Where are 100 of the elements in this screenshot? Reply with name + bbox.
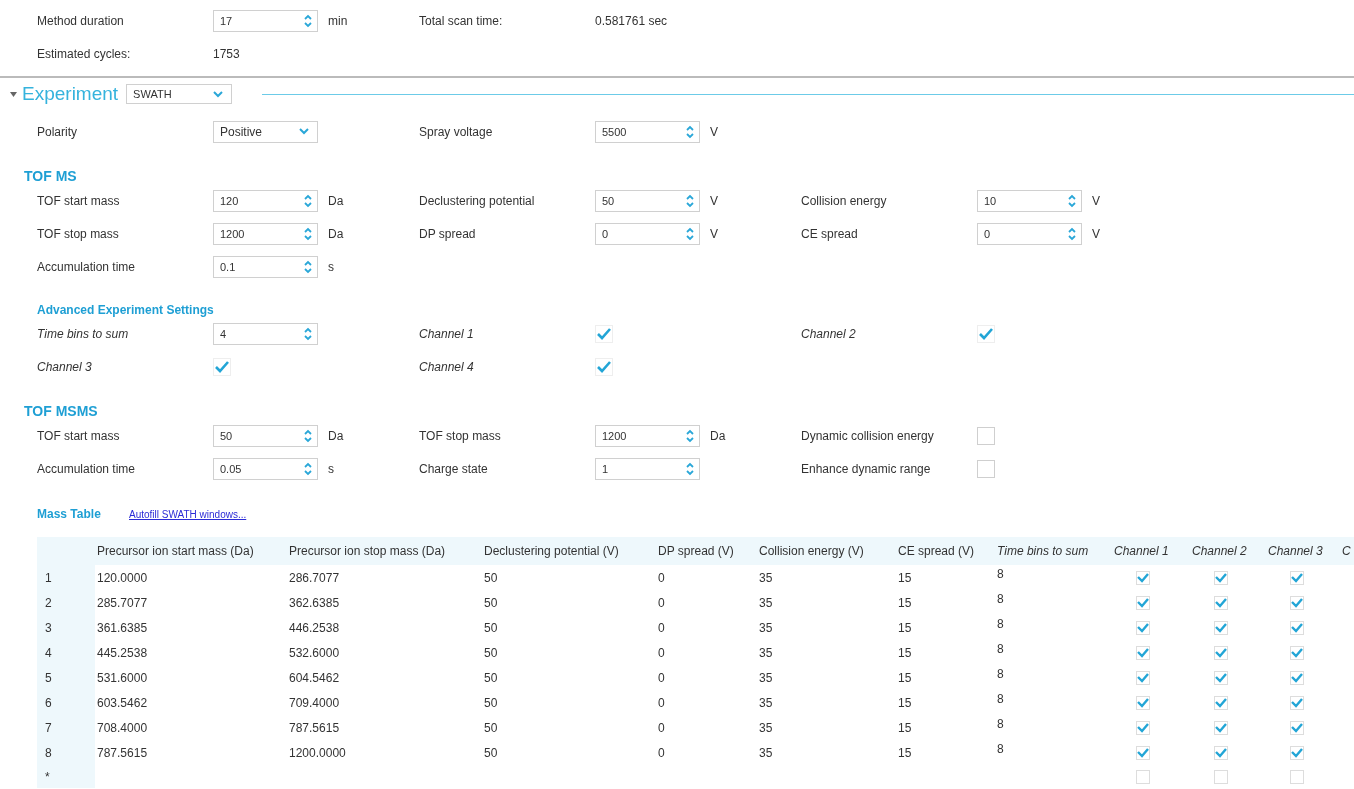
checkbox[interactable] [1214,720,1228,735]
checkbox[interactable] [1214,570,1228,585]
checkbox[interactable] [1290,745,1304,760]
spinner-arrows-icon[interactable] [304,326,312,341]
column-header[interactable]: Channel 1 [1112,537,1190,565]
number-field[interactable]: 0.05 [213,457,318,480]
checkbox[interactable] [1214,670,1228,685]
number-field[interactable]: 4 [213,322,318,345]
checkbox[interactable] [1290,595,1304,610]
column-header[interactable]: Precursor ion stop mass (Da) [287,537,482,565]
unit-label: V [1092,193,1100,208]
checkbox[interactable] [1214,745,1228,760]
spinner-arrows-icon[interactable] [304,259,312,274]
table-title: Mass Table [36,507,102,521]
checkbox[interactable] [977,426,995,445]
number-field[interactable]: 5500 [595,120,700,143]
row-number: 5 [37,665,95,690]
checkbox[interactable] [1214,645,1228,660]
checkbox[interactable] [1136,570,1150,585]
checkbox[interactable] [1290,670,1304,685]
number-field[interactable]: 0 [595,222,700,245]
checkbox[interactable] [977,459,995,478]
spinner-arrows-icon[interactable] [686,226,694,241]
table-cell-text: 0 [657,719,666,737]
table-cell-text: 8 [996,616,1005,633]
field-label: TOF start mass [37,193,121,208]
column-header[interactable]: C [1340,537,1354,565]
column-header[interactable]: DP spread (V) [656,537,757,565]
table-cell: 15 [896,565,995,590]
spinner-arrows-icon[interactable] [686,124,694,139]
table-cell: 445.2538 [95,640,287,665]
number-field[interactable]: 1200 [213,222,318,245]
column-header[interactable]: Time bins to sum [995,537,1112,565]
section-heading: TOF MSMS [23,403,99,419]
chevron-down-icon[interactable] [299,128,309,135]
table-cell-text: 15 [897,619,913,637]
spinner-arrows-icon[interactable] [686,428,694,443]
checkbox[interactable] [1214,769,1228,784]
table-cell-text: 50 [483,694,499,712]
checkbox[interactable] [1214,695,1228,710]
checkbox[interactable] [1136,670,1150,685]
number-field[interactable]: 50 [213,424,318,447]
field-label: TOF stop mass [37,226,120,241]
chevron-down-icon[interactable] [213,90,224,98]
checkbox[interactable] [1136,620,1150,635]
checkbox[interactable] [1290,720,1304,735]
table-cell-text: 532.6000 [288,644,341,662]
table-cell-text: 15 [897,669,913,687]
table-cell-text: 35 [758,719,774,737]
number-field[interactable]: 0.1 [213,255,318,278]
field-label: Accumulation time [37,259,137,274]
checkbox[interactable] [1136,595,1150,610]
table-cell-text: 50 [483,594,499,612]
field-label: Collision energy [801,193,888,208]
checkbox[interactable] [1136,769,1150,784]
column-header[interactable]: Channel 2 [1190,537,1266,565]
field-label: CE spread [801,226,859,241]
checkbox[interactable] [1136,695,1150,710]
column-header[interactable]: Precursor ion start mass (Da) [95,537,287,565]
dropdown[interactable]: Positive [213,120,318,143]
number-field[interactable]: 0 [977,222,1082,245]
unit-label: V [710,193,718,208]
spinner-arrows-icon[interactable] [686,193,694,208]
spinner-arrows-icon[interactable] [304,193,312,208]
spinner-arrows-icon[interactable] [304,461,312,476]
checkbox[interactable] [1290,620,1304,635]
checkbox[interactable] [1136,745,1150,760]
checkbox[interactable] [1290,769,1304,784]
number-field[interactable]: 1 [595,457,700,480]
column-header[interactable]: CE spread (V) [896,537,995,565]
column-header[interactable]: Declustering potential (V) [482,537,656,565]
number-field[interactable]: 10 [977,189,1082,212]
table-cell-text: 0 [657,694,666,712]
experiment-type-dropdown[interactable]: SWATH [126,84,233,104]
field-label: Accumulation time [37,461,137,476]
number-field[interactable]: 17 [213,9,318,32]
field-label: Estimated cycles: [37,46,132,61]
checkbox[interactable] [1214,620,1228,635]
checkbox[interactable] [1290,645,1304,660]
spinner-arrows-icon[interactable] [1068,193,1076,208]
checkbox[interactable] [1136,645,1150,660]
table-cell-text: 8 [996,741,1005,758]
autofill-link[interactable]: Autofill SWATH windows... [129,508,247,520]
spinner-arrows-icon[interactable] [304,428,312,443]
checkbox[interactable] [1214,595,1228,610]
spinner-arrows-icon[interactable] [304,226,312,241]
checkbox[interactable] [1290,570,1304,585]
column-header[interactable]: Collision energy (V) [757,537,896,565]
number-field[interactable]: 120 [213,189,318,212]
unit-label: Da [328,193,344,208]
number-field[interactable]: 1200 [595,424,700,447]
collapse-triangle-icon[interactable] [10,91,17,97]
checkbox[interactable] [1290,695,1304,710]
checkbox[interactable] [1136,720,1150,735]
spinner-arrows-icon[interactable] [686,461,694,476]
spinner-arrows-icon[interactable] [1068,226,1076,241]
number-field[interactable]: 50 [595,189,700,212]
column-header[interactable]: Channel 3 [1266,537,1340,565]
table-cell: 603.5462 [95,690,287,715]
spinner-arrows-icon[interactable] [304,13,312,28]
